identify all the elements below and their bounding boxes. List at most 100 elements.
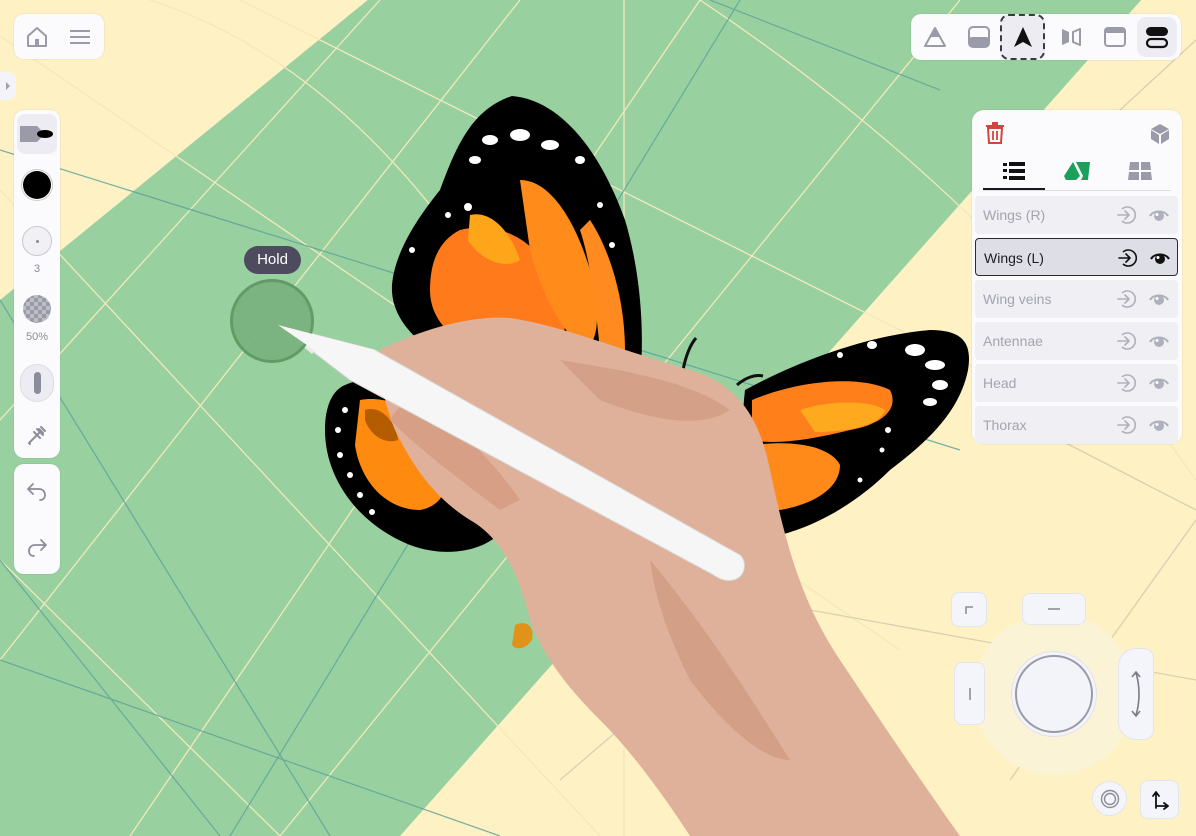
arrow-into-circle-icon (1118, 249, 1138, 267)
checkerboard-icon (23, 295, 51, 323)
layer-name: Wing veins (983, 291, 1052, 307)
axis-arrows-icon (1151, 790, 1169, 810)
eyedropper-icon (27, 426, 46, 445)
layer-row[interactable]: Thorax (975, 406, 1178, 444)
top-left-panel (14, 14, 104, 59)
layer-visibility-toggle[interactable] (1150, 248, 1170, 273)
joystick-ring (1015, 655, 1093, 733)
layers-panel: Wings (R) Wings (L) Wing veins Antennae Head… (972, 110, 1182, 444)
vertical-arrows-icon (1131, 670, 1141, 718)
eye-icon (1149, 378, 1169, 389)
cube-icon (1151, 124, 1169, 144)
arrow-pointer-icon (1013, 27, 1032, 47)
brush-button[interactable] (17, 114, 57, 154)
tab-layers-list[interactable] (983, 154, 1045, 190)
layer-merge-button[interactable] (1116, 205, 1137, 230)
stack-icon (1145, 27, 1169, 49)
arrow-into-circle-icon (1117, 290, 1137, 308)
green-shapes-icon (1064, 162, 1090, 180)
rotate-key[interactable] (1118, 648, 1154, 740)
layer-merge-button[interactable] (1116, 331, 1137, 356)
triangle-icon (924, 27, 946, 47)
split-view-tool-button[interactable] (1137, 17, 1177, 57)
delete-layer-button[interactable] (984, 121, 1006, 145)
eye-icon (1149, 336, 1169, 347)
3d-view-button[interactable] (1148, 122, 1172, 146)
stylus-tip (278, 325, 375, 375)
corner-icon (965, 605, 973, 614)
brush-size-control[interactable] (21, 225, 53, 257)
color-picker-button[interactable] (21, 169, 53, 201)
top-key[interactable] (1022, 593, 1086, 625)
layer-visibility-toggle[interactable] (1149, 205, 1169, 230)
eye-icon (1149, 420, 1169, 431)
layer-name: Antennae (983, 333, 1043, 349)
menu-button[interactable] (66, 23, 94, 51)
layer-merge-button[interactable] (1116, 289, 1137, 314)
horizontal-bar-icon (1048, 608, 1060, 610)
list-icon (1003, 162, 1025, 180)
layer-row[interactable]: Wings (R) (975, 196, 1178, 234)
layer-visibility-toggle[interactable] (1149, 415, 1169, 440)
opacity-value: 50% (25, 331, 49, 343)
arrow-into-circle-icon (1117, 206, 1137, 224)
opacity-control[interactable] (21, 293, 53, 325)
undo-button[interactable] (23, 477, 51, 505)
perspective-tool-button[interactable] (919, 21, 951, 53)
window-icon (1104, 27, 1126, 47)
joystick-knob[interactable] (1011, 651, 1097, 737)
arrow-into-circle-icon (1117, 332, 1137, 350)
undo-icon (27, 483, 46, 501)
left-key[interactable] (954, 662, 985, 725)
layer-row[interactable]: Head (975, 364, 1178, 402)
home-button[interactable] (23, 23, 51, 51)
stroke-shape-icon (33, 372, 41, 394)
corner-key[interactable] (951, 592, 987, 627)
layer-merge-button[interactable] (1116, 373, 1137, 398)
color-swatch (23, 171, 51, 199)
layer-merge-button[interactable] (1117, 248, 1138, 273)
redo-button[interactable] (23, 533, 51, 561)
mirror-icon (1062, 28, 1081, 46)
target-button[interactable] (1092, 781, 1127, 816)
fill-tool-button[interactable] (963, 21, 995, 53)
layer-name: Wings (R) (983, 207, 1046, 223)
target-icon (1100, 789, 1119, 808)
layer-name: Thorax (983, 417, 1027, 433)
grid-icon (1128, 162, 1152, 180)
layer-visibility-toggle[interactable] (1149, 331, 1169, 356)
frame-tool-button[interactable] (1099, 21, 1131, 53)
layer-row[interactable]: Antennae (975, 322, 1178, 360)
hamburger-menu-icon (70, 30, 90, 44)
tool-panel: 3 50% (14, 110, 60, 458)
eye-icon (1149, 210, 1169, 221)
top-toolbar (911, 14, 1181, 60)
layer-row[interactable]: Wing veins (975, 280, 1178, 318)
layer-merge-button[interactable] (1116, 415, 1137, 440)
size-dot-icon (35, 239, 39, 243)
half-rect-icon (968, 26, 990, 48)
layer-name: Head (983, 375, 1017, 391)
stroke-shape-button[interactable] (19, 364, 55, 402)
navigate-tool-button[interactable] (1000, 14, 1045, 60)
home-icon (27, 27, 47, 47)
layer-row[interactable]: Wings (L) (975, 238, 1178, 276)
layer-visibility-toggle[interactable] (1149, 289, 1169, 314)
layer-visibility-toggle[interactable] (1149, 373, 1169, 398)
axis-button[interactable] (1140, 780, 1179, 819)
hold-tooltip: Hold (244, 246, 301, 274)
arrow-into-circle-icon (1117, 416, 1137, 434)
vertical-bar-icon (968, 687, 971, 700)
layer-name: Wings (L) (984, 250, 1044, 266)
layers-tabs (983, 154, 1171, 191)
trash-icon (986, 122, 1004, 144)
eyedropper-button[interactable] (23, 421, 51, 449)
eye-icon (1150, 253, 1170, 264)
arrow-into-circle-icon (1117, 374, 1137, 392)
history-panel (14, 464, 60, 574)
tab-grid-view[interactable] (1109, 154, 1171, 188)
brush-size-value: 3 (33, 263, 41, 275)
mirror-tool-button[interactable] (1055, 21, 1087, 53)
tab-materials[interactable] (1046, 154, 1108, 188)
sidebar-toggle[interactable] (0, 72, 16, 100)
